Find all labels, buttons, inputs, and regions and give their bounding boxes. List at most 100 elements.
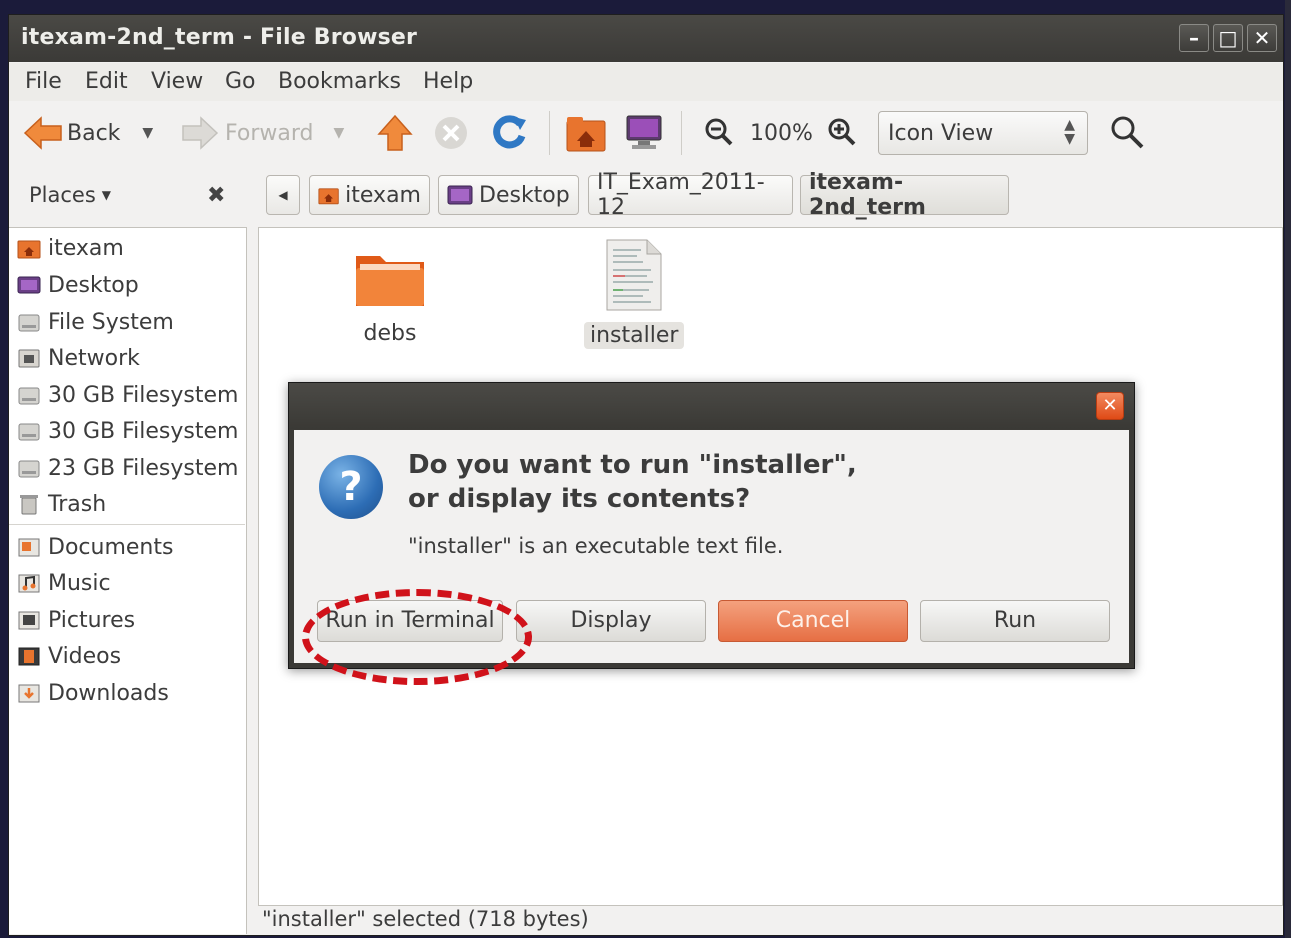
sidebar-item-label: Music xyxy=(48,570,111,596)
display-button[interactable]: Display xyxy=(516,600,706,642)
menu-bookmarks[interactable]: Bookmarks xyxy=(278,69,401,94)
dialog-secondary-text: "installer" is an executable text file. xyxy=(408,534,784,558)
search-icon xyxy=(1111,116,1144,149)
file-item-installer[interactable]: installer xyxy=(584,238,685,349)
trash-icon xyxy=(20,495,38,515)
sidebar-item-desktop[interactable]: Desktop xyxy=(17,268,139,302)
sidebar-item-label: Network xyxy=(48,345,140,371)
close-sidebar-icon[interactable]: ✖ xyxy=(207,183,225,208)
places-label: Places xyxy=(29,183,96,207)
drive-icon xyxy=(18,423,40,441)
dialog-primary-line-1: Do you want to run "installer", xyxy=(408,450,857,480)
cancel-button[interactable]: Cancel xyxy=(718,600,908,642)
sidebar-item-filesystem-30gb-b[interactable]: 30 GB Filesystem xyxy=(17,414,238,448)
forward-label: Forward xyxy=(225,120,314,146)
sidebar-item-label: 30 GB Filesystem xyxy=(48,382,239,408)
up-arrow-icon xyxy=(377,114,413,151)
music-icon xyxy=(18,574,40,593)
search-button[interactable] xyxy=(1108,113,1146,151)
back-arrow-icon xyxy=(23,116,62,150)
toolbar: Back ▼ Forward ▼ 100% Icon View ▲ ▼ xyxy=(9,101,1283,165)
sidebar-item-itexam[interactable]: itexam xyxy=(17,231,124,265)
sidebar-item-music[interactable]: Music xyxy=(17,566,111,600)
menu-help[interactable]: Help xyxy=(423,69,473,94)
sidebar-item-filesystem-30gb-a[interactable]: 30 GB Filesystem xyxy=(17,378,238,412)
window-controls: – □ ✕ xyxy=(1179,24,1277,52)
question-icon: ? xyxy=(319,455,383,519)
zoom-in-button[interactable] xyxy=(827,117,857,147)
close-icon[interactable]: ✕ xyxy=(1247,24,1277,52)
maximize-icon[interactable]: □ xyxy=(1213,24,1243,52)
minimize-icon[interactable]: – xyxy=(1179,24,1209,52)
menu-bar: File Edit View Go Bookmarks Help xyxy=(9,63,1283,101)
menu-file[interactable]: File xyxy=(25,69,62,94)
crumb-back-arrow-icon[interactable]: ◀ xyxy=(266,175,300,215)
file-item-debs[interactable]: debs xyxy=(335,246,445,347)
up-button[interactable] xyxy=(377,114,413,152)
back-label: Back xyxy=(67,120,121,146)
sidebar-item-filesystem-23gb[interactable]: 23 GB Filesystem xyxy=(17,451,238,485)
computer-icon xyxy=(626,115,662,149)
zoom-in-icon xyxy=(828,118,856,146)
downloads-icon xyxy=(18,684,40,703)
forward-history-dropdown-icon[interactable]: ▼ xyxy=(333,125,344,141)
sidebar-item-label: Downloads xyxy=(48,680,169,706)
file-name: installer xyxy=(584,322,685,349)
back-button[interactable]: Back ▼ xyxy=(23,115,153,151)
sidebar-item-documents[interactable]: Documents xyxy=(17,530,173,564)
view-mode-select[interactable]: Icon View ▲ ▼ xyxy=(878,111,1088,155)
sidebar-item-file-system[interactable]: File System xyxy=(17,305,174,339)
crumb-label: IT_Exam_2011-12 xyxy=(597,170,765,220)
sidebar-item-downloads[interactable]: Downloads xyxy=(17,676,169,710)
file-browser-window: itexam-2nd_term - File Browser – □ ✕ Fil… xyxy=(8,14,1284,936)
desktop-icon xyxy=(17,276,41,294)
pictures-icon xyxy=(18,611,40,630)
reload-button[interactable] xyxy=(490,114,528,152)
forward-arrow-icon xyxy=(182,116,219,150)
menu-go[interactable]: Go xyxy=(225,69,256,94)
drive-icon xyxy=(18,460,40,478)
text-file-icon xyxy=(606,239,662,311)
sidebar-item-label: Pictures xyxy=(48,607,136,633)
places-sidebar: itexam Desktop File System Network 30 GB… xyxy=(9,227,247,934)
zoom-out-button[interactable] xyxy=(704,117,734,147)
zoom-out-icon xyxy=(705,118,733,146)
sidebar-item-videos[interactable]: Videos xyxy=(17,639,121,673)
crumb-label: itexam xyxy=(345,182,421,208)
sidebar-item-pictures[interactable]: Pictures xyxy=(17,603,135,637)
places-dropdown[interactable]: Places ▼ xyxy=(29,183,111,207)
drive-icon xyxy=(18,314,40,332)
documents-icon xyxy=(18,538,40,557)
menu-edit[interactable]: Edit xyxy=(85,69,128,94)
window-titlebar[interactable]: itexam-2nd_term - File Browser – □ ✕ xyxy=(9,15,1283,62)
crumb-current[interactable]: itexam-2nd_term xyxy=(800,170,1009,220)
status-bar: "installer" selected (718 bytes) xyxy=(258,906,1283,935)
folder-icon xyxy=(356,256,424,306)
file-name: debs xyxy=(363,321,417,346)
dialog-close-icon[interactable]: ✕ xyxy=(1096,392,1124,420)
sidebar-item-label: Videos xyxy=(48,643,122,669)
computer-button[interactable] xyxy=(624,113,664,153)
home-button[interactable] xyxy=(565,113,607,153)
crumb-it-exam[interactable]: IT_Exam_2011-12 xyxy=(588,170,793,220)
stop-button[interactable] xyxy=(433,115,469,151)
sidebar-item-label: Desktop xyxy=(48,272,139,298)
sidebar-item-label: itexam xyxy=(48,235,124,261)
location-bar: Places ▼ ✖ ◀ itexam Desktop IT_Exam_2011… xyxy=(9,165,1283,227)
sidebar-divider xyxy=(9,524,245,525)
sidebar-item-label: Trash xyxy=(48,491,107,517)
dialog-titlebar[interactable]: ✕ xyxy=(289,383,1134,429)
zoom-level[interactable]: 100% xyxy=(750,121,813,146)
sidebar-item-label: File System xyxy=(48,309,174,335)
sidebar-item-network[interactable]: Network xyxy=(17,341,140,375)
back-history-dropdown-icon[interactable]: ▼ xyxy=(142,125,153,141)
window-title: itexam-2nd_term - File Browser xyxy=(21,25,418,50)
sidebar-item-trash[interactable]: Trash xyxy=(17,487,106,521)
menu-view[interactable]: View xyxy=(151,69,203,94)
crumb-itexam[interactable]: itexam xyxy=(309,175,430,215)
crumb-desktop[interactable]: Desktop xyxy=(438,175,579,215)
drive-icon xyxy=(18,387,40,405)
crumb-label: itexam-2nd_term xyxy=(809,170,926,220)
run-button[interactable]: Run xyxy=(920,600,1110,642)
forward-button[interactable]: Forward ▼ xyxy=(181,115,344,151)
